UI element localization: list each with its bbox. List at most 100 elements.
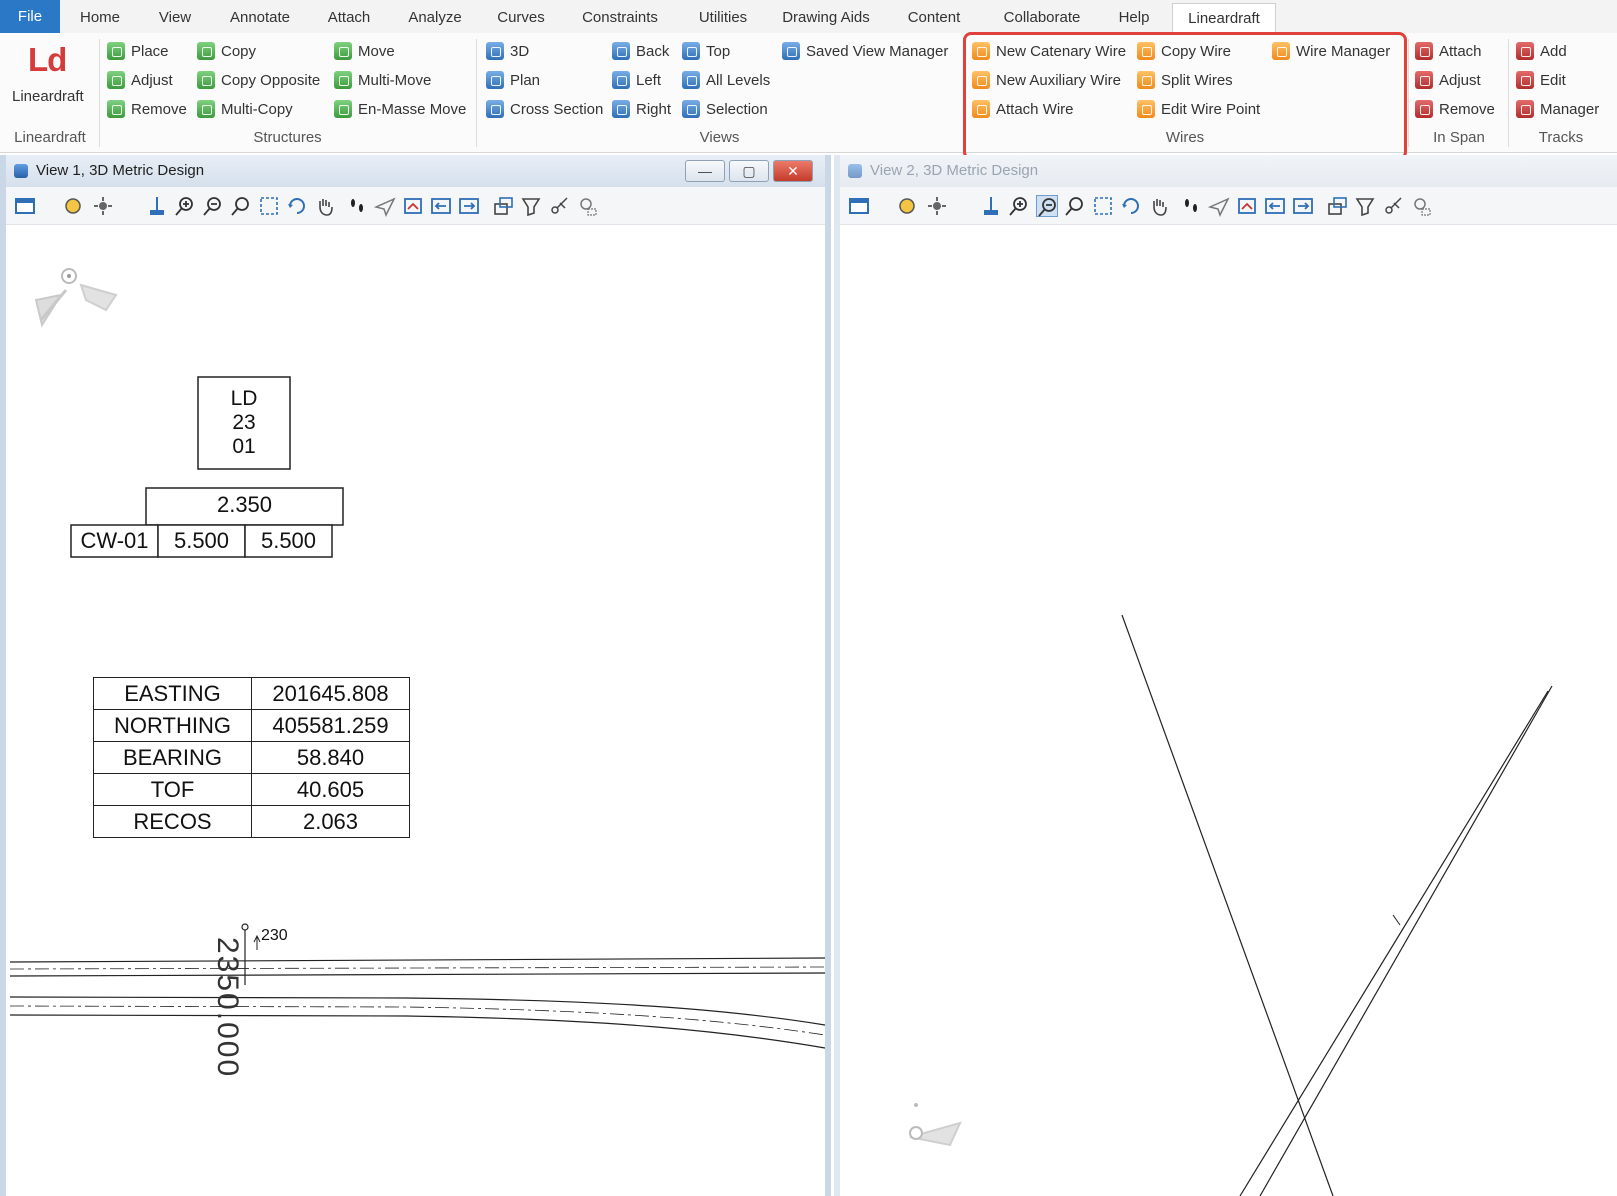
structure-multi-move-button[interactable]: Multi-Move (334, 69, 431, 93)
clip-mask-icon[interactable] (1382, 195, 1404, 217)
clip-volume-icon[interactable] (520, 195, 542, 217)
view-all-levels-button[interactable]: All Levels (682, 69, 770, 93)
rotate-view-icon[interactable] (286, 195, 308, 217)
wires-group-highlight (963, 32, 1407, 160)
structure-place-button[interactable]: Place (107, 40, 169, 64)
window-area-icon[interactable] (230, 195, 252, 217)
clip-mask-icon[interactable] (548, 195, 570, 217)
view-selection-button[interactable]: Selection (682, 98, 768, 122)
adjust-icon (1415, 71, 1433, 89)
camera-icon[interactable] (576, 195, 598, 217)
fly-icon[interactable] (1207, 195, 1230, 217)
tab-file[interactable]: File (0, 0, 60, 33)
view-1-toolbar (6, 187, 825, 225)
view-3d-button[interactable]: 3D (486, 40, 529, 64)
fit-view-icon[interactable] (1092, 195, 1114, 217)
window-area-icon[interactable] (1064, 195, 1086, 217)
tab-attach[interactable]: Attach (315, 3, 383, 33)
display-style-icon[interactable] (62, 195, 84, 217)
pan-hand-icon[interactable] (314, 195, 336, 217)
zoom-out-icon[interactable] (202, 195, 224, 217)
label: Move (358, 43, 395, 60)
lighting-icon[interactable] (926, 195, 948, 217)
fly-icon[interactable] (373, 195, 396, 217)
lineardraft-button[interactable]: Lineardraft (12, 85, 84, 109)
view-top-button[interactable]: Top (682, 40, 730, 64)
view-left-button[interactable]: Left (612, 69, 661, 93)
structure-multi-copy-button[interactable]: Multi-Copy (197, 98, 293, 122)
structure-en-masse-move-button[interactable]: En-Masse Move (334, 98, 466, 122)
structure-move-button[interactable]: Move (334, 40, 395, 64)
clip-volume-icon[interactable] (1354, 195, 1376, 217)
zoom-in-icon[interactable] (1008, 195, 1030, 217)
structure-copy-button[interactable]: Copy (197, 40, 256, 64)
coord-value: 405581.259 (251, 709, 410, 742)
inspan-attach-button[interactable]: Attach (1415, 40, 1482, 64)
view-right-button[interactable]: Right (612, 98, 671, 122)
tab-drawing-aids[interactable]: Drawing Aids (772, 3, 880, 33)
tab-annotate[interactable]: Annotate (220, 3, 300, 33)
trash-icon (1415, 100, 1433, 118)
pan-hand-icon[interactable] (1148, 195, 1170, 217)
update-view-icon[interactable] (146, 195, 168, 217)
remove-icon (107, 100, 125, 118)
structure-copy-opposite-button[interactable]: Copy Opposite (197, 69, 320, 93)
minimize-button[interactable]: — (685, 160, 725, 182)
tab-help[interactable]: Help (1106, 3, 1162, 33)
walk-icon[interactable] (1180, 195, 1202, 217)
tab-lineardraft[interactable]: Lineardraft (1172, 3, 1276, 34)
view-window-2[interactable]: View 2, 3D Metric Design (834, 155, 1617, 1196)
view-1-canvas[interactable]: LD 23 01 2.350 CW-01 5.500 5.500 EASTING… (6, 225, 825, 1196)
tab-curves[interactable]: Curves (488, 3, 554, 33)
tab-collaborate[interactable]: Collaborate (990, 3, 1094, 33)
view-plan-button[interactable]: Plan (486, 69, 540, 93)
tab-content[interactable]: Content (896, 3, 972, 33)
camera-icon[interactable] (1410, 195, 1432, 217)
tab-view[interactable]: View (145, 3, 205, 33)
previous-arrow-icon[interactable] (1264, 195, 1286, 217)
tab-utilities[interactable]: Utilities (684, 3, 762, 33)
view-previous-icon[interactable] (1236, 195, 1258, 217)
view-1-title-bar[interactable]: View 1, 3D Metric Design — ▢ ✕ (6, 155, 825, 187)
track-manager-button[interactable]: Manager (1516, 98, 1599, 122)
lineardraft-logo[interactable]: Ld (28, 41, 67, 79)
next-arrow-icon[interactable] (1292, 195, 1314, 217)
saved-view-manager-button[interactable]: Saved View Manager (782, 40, 948, 64)
walk-icon[interactable] (346, 195, 368, 217)
update-view-icon[interactable] (980, 195, 1002, 217)
tab-analyze[interactable]: Analyze (400, 3, 470, 33)
view-attributes-icon[interactable] (848, 195, 870, 217)
previous-arrow-icon[interactable] (430, 195, 452, 217)
display-style-icon[interactable] (896, 195, 918, 217)
view-back-button[interactable]: Back (612, 40, 669, 64)
tab-home[interactable]: Home (70, 3, 130, 33)
en-masse-move-icon (334, 100, 352, 118)
tab-constraints[interactable]: Constraints (572, 3, 668, 33)
close-button[interactable]: ✕ (773, 160, 813, 182)
lighting-icon[interactable] (92, 195, 114, 217)
view-previous-icon[interactable] (402, 195, 424, 217)
track-add-button[interactable]: Add (1516, 40, 1567, 64)
zoom-out-icon[interactable] (1036, 195, 1058, 217)
inspan-adjust-button[interactable]: Adjust (1415, 69, 1481, 93)
next-arrow-icon[interactable] (458, 195, 480, 217)
view-2-canvas[interactable] (840, 225, 1617, 1196)
view-2-title-bar[interactable]: View 2, 3D Metric Design (840, 155, 1617, 187)
structure-adjust-button[interactable]: Adjust (107, 69, 173, 93)
coord-key: RECOS (93, 805, 252, 838)
view-2-title: View 2, 3D Metric Design (870, 162, 1039, 179)
copy-icon (197, 42, 215, 60)
copy-view-icon[interactable] (492, 195, 514, 217)
structure-remove-button[interactable]: Remove (107, 98, 187, 122)
zoom-in-icon[interactable] (174, 195, 196, 217)
rotate-view-icon[interactable] (1120, 195, 1142, 217)
view-cross-section-button[interactable]: Cross Section (486, 98, 603, 122)
view-window-1[interactable]: View 1, 3D Metric Design — ▢ ✕ LD 23 01 … (0, 155, 831, 1196)
track-edit-button[interactable]: Edit (1516, 69, 1566, 93)
view-attributes-icon[interactable] (14, 195, 36, 217)
copy-opposite-icon (197, 71, 215, 89)
fit-view-icon[interactable] (258, 195, 280, 217)
copy-view-icon[interactable] (1326, 195, 1348, 217)
inspan-remove-button[interactable]: Remove (1415, 98, 1495, 122)
maximize-button[interactable]: ▢ (729, 160, 769, 182)
